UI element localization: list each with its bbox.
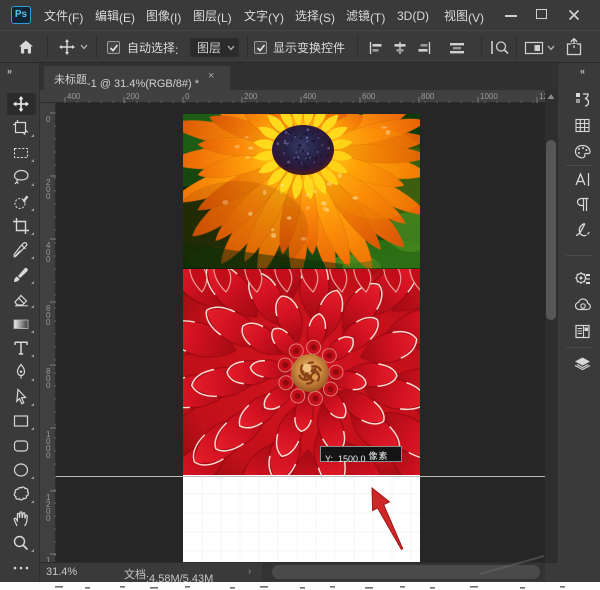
svg-text:0: 0 — [46, 381, 51, 390]
svg-text:0: 0 — [46, 192, 51, 201]
svg-text:0: 0 — [46, 514, 51, 523]
svg-text:0: 0 — [46, 255, 51, 264]
svg-text:0: 0 — [46, 318, 51, 327]
svg-text:0: 0 — [46, 451, 51, 460]
svg-text:0: 0 — [46, 115, 51, 124]
